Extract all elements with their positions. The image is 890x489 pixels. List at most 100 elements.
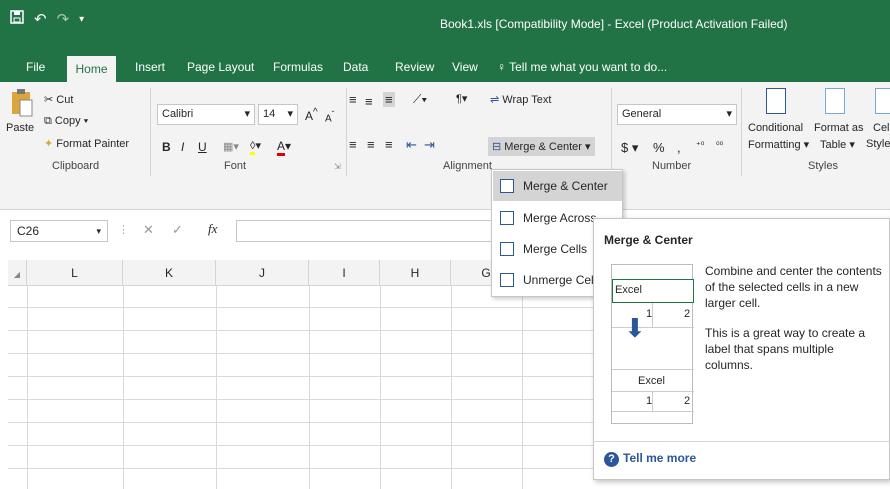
name-box[interactable]: C26 ▾ [10, 220, 108, 242]
cancel-icon[interactable]: ✕ [143, 222, 154, 238]
column-header[interactable]: I [309, 260, 380, 286]
tell-me-box[interactable]: ♀ Tell me what you want to do... [497, 52, 667, 82]
column-header[interactable]: H [380, 260, 451, 286]
conditional-formatting-button-line2[interactable]: Formatting ▾ [748, 138, 809, 151]
undo-icon[interactable]: ↶ [34, 10, 47, 28]
tab-page-layout[interactable]: Page Layout [181, 52, 260, 82]
cut-button[interactable]: ✂ Cut [44, 93, 73, 106]
number-format-select[interactable]: General ▾ [617, 104, 737, 125]
merge-cells-icon [500, 242, 514, 256]
copy-icon: ⧉ [44, 115, 52, 127]
borders-button[interactable]: ▦▾ [223, 140, 239, 153]
percent-button[interactable]: % [653, 140, 665, 155]
underline-button[interactable]: U [198, 140, 207, 154]
gridline [522, 286, 523, 489]
illus-bottom-text: Excel [638, 375, 665, 387]
cell-styles-label-2: Styles [866, 138, 890, 150]
tab-home[interactable]: Home [67, 56, 116, 82]
conditional-label-1: Conditional [748, 122, 804, 134]
tooltip-desc-1: Combine and center the contents of the s… [705, 264, 882, 310]
bottom-align-icon[interactable]: ≡ [383, 92, 395, 107]
paste-button[interactable]: Paste [6, 88, 34, 134]
gridline [451, 286, 452, 489]
tab-formulas[interactable]: Formulas [267, 52, 329, 82]
menu-item-merge-center[interactable]: Merge & Center [493, 171, 622, 201]
copy-button[interactable]: ⧉ Copy ▾ [44, 115, 88, 128]
column-header[interactable]: J [216, 260, 309, 286]
bold-button[interactable]: B [162, 140, 171, 154]
format-painter-button[interactable]: ✦ Format Painter [44, 137, 129, 150]
gridline [309, 286, 310, 489]
tell-me-text: Tell me what you want to do... [509, 60, 668, 74]
currency-button[interactable]: $ ▾ [621, 140, 638, 156]
brush-icon: ✦ [44, 138, 54, 150]
group-divider [741, 88, 742, 176]
font-group-label: Font [224, 160, 247, 172]
tab-data[interactable]: Data [337, 52, 374, 82]
tell-me-more-link[interactable]: ? Tell me more [604, 451, 696, 467]
merge-center-button[interactable]: ⊟ Merge & Center ▾ [488, 137, 595, 156]
decrease-indent-icon[interactable]: ⇤ [406, 137, 417, 153]
comma-button[interactable]: , [677, 140, 681, 155]
cell-styles-button[interactable]: Cell [873, 122, 890, 134]
middle-align-icon[interactable]: ≡ [365, 94, 373, 109]
grow-font-button[interactable]: A^ [305, 107, 318, 123]
cell-styles-icon [875, 88, 890, 114]
illus-top-text: Excel [615, 284, 642, 296]
top-align-icon[interactable]: ≡ [349, 92, 357, 107]
tell-me-more-label: Tell me more [623, 451, 697, 465]
select-all-corner[interactable]: ◢ [8, 260, 27, 286]
font-size-select[interactable]: 14 ▾ [258, 104, 298, 125]
format-as-table-button[interactable]: Format as [814, 122, 864, 134]
cell-styles-label-1: Cell [873, 122, 890, 134]
enter-icon[interactable]: ✓ [172, 222, 183, 238]
illus-divider [612, 391, 694, 392]
format-as-table-icon [825, 88, 845, 114]
italic-button[interactable]: I [181, 140, 184, 154]
decrease-decimal-button[interactable]: ⁰⁰ [716, 140, 723, 151]
tab-file[interactable]: File [20, 52, 51, 82]
fill-color-button[interactable]: ◊▾ [250, 139, 261, 155]
rtl-icon[interactable]: ¶▾ [456, 92, 467, 105]
arrow-down-icon: ⬇ [624, 313, 646, 343]
save-icon[interactable] [10, 10, 24, 28]
qat-customize-icon[interactable]: ▾ [79, 14, 84, 25]
dialog-launcher-icon[interactable]: ⇲ [334, 162, 341, 171]
gridline [380, 286, 381, 489]
orientation-icon[interactable]: ⟋▾ [413, 92, 427, 107]
clipboard-group-label: Clipboard [52, 160, 100, 172]
wrap-text-button[interactable]: ⇌ Wrap Text [490, 93, 551, 106]
column-header[interactable]: K [123, 260, 216, 286]
font-color-button[interactable]: A▾ [277, 139, 291, 156]
lightbulb-icon: ♀ [497, 60, 506, 74]
column-header[interactable]: L [27, 260, 123, 286]
chevron-down-icon: ▾ [244, 108, 250, 120]
redo-icon[interactable]: ↷ [57, 10, 70, 28]
alignment-group-label: Alignment [443, 160, 492, 172]
format-as-table-button-line2[interactable]: Table ▾ [820, 138, 855, 151]
illus-divider [652, 303, 653, 327]
wrap-text-label: Wrap Text [502, 94, 552, 106]
tab-insert[interactable]: Insert [129, 52, 171, 82]
align-left-icon[interactable]: ≡ [349, 137, 357, 152]
align-center-icon[interactable]: ≡ [367, 137, 375, 152]
increase-decimal-button[interactable]: ⁺⁰ [696, 140, 704, 151]
chevron-down-icon: ▾ [726, 108, 732, 120]
align-right-icon[interactable]: ≡ [385, 137, 393, 152]
tooltip-title: Merge & Center [604, 233, 693, 247]
font-name-select[interactable]: Calibri ▾ [157, 104, 255, 125]
increase-indent-icon[interactable]: ⇥ [424, 137, 435, 153]
menu-item-label: Merge Cells [523, 242, 588, 256]
tab-view[interactable]: View [446, 52, 484, 82]
tab-review[interactable]: Review [389, 52, 440, 82]
function-icon[interactable]: fx [208, 221, 217, 237]
cell-styles-button-line2[interactable]: Styles [866, 138, 890, 150]
conditional-formatting-button[interactable]: Conditional [748, 122, 803, 134]
merge-center-tooltip: Merge & Center Excel 1 2 ⬇ Excel 1 2 Com… [593, 218, 890, 480]
shrink-font-button[interactable]: Aˇ [325, 109, 334, 124]
group-divider [611, 88, 612, 176]
merge-center-label: Merge & Center [504, 141, 582, 153]
menu-item-label: Merge Across [523, 211, 597, 225]
font-size-value: 14 [263, 108, 276, 120]
tooltip-desc-2: This is a great way to create a label th… [705, 326, 866, 372]
